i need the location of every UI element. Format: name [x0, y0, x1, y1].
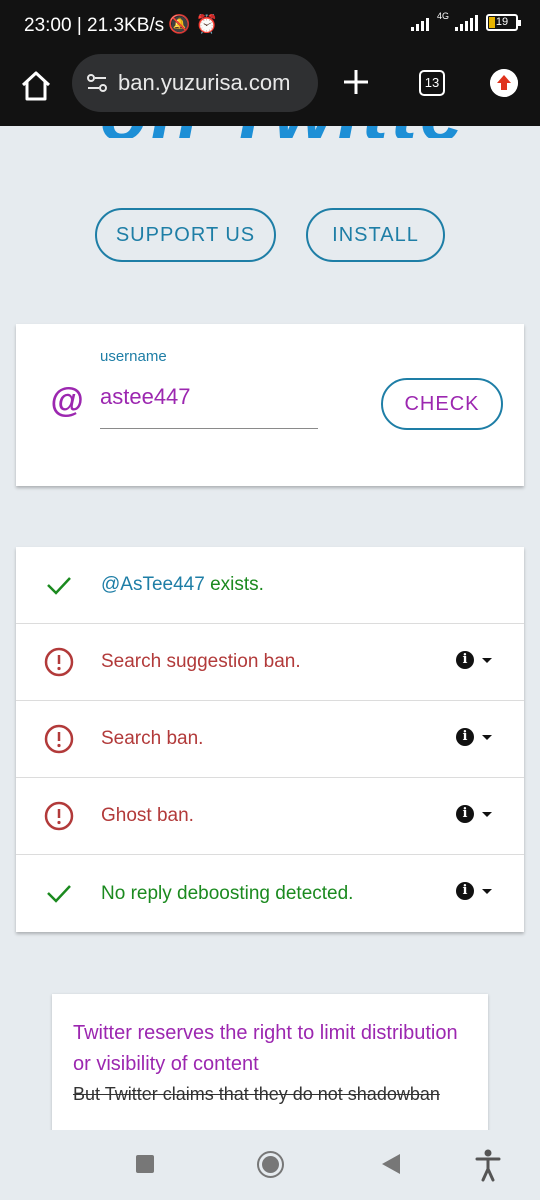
tab-switcher-button[interactable]: 13: [419, 70, 445, 96]
home-icon[interactable]: [18, 68, 54, 104]
chevron-down-icon[interactable]: [482, 811, 492, 817]
user-profile-link[interactable]: @AsTee447: [101, 574, 205, 595]
address-bar[interactable]: ban.yuzurisa.com: [72, 54, 318, 112]
recent-apps-icon[interactable]: [136, 1155, 154, 1173]
battery-level: 19: [495, 16, 509, 28]
alert-circle-icon: [44, 801, 74, 831]
url-text[interactable]: ban.yuzurisa.com: [118, 70, 290, 96]
info-icon[interactable]: i: [456, 728, 474, 746]
result-text: @AsTee447 exists.: [101, 574, 264, 596]
info-icon[interactable]: i: [456, 651, 474, 669]
result-text: No reply deboosting detected.: [101, 882, 354, 904]
chevron-down-icon[interactable]: [482, 734, 492, 740]
clock: 23:00: [24, 15, 72, 36]
info-toggle[interactable]: i: [456, 728, 492, 746]
update-icon[interactable]: [490, 69, 518, 97]
alarm-icon: ⏰: [195, 14, 218, 34]
checkmark-icon: [47, 577, 71, 595]
info-toggle[interactable]: i: [456, 805, 492, 823]
info-toggle[interactable]: i: [456, 882, 492, 900]
site-settings-icon[interactable]: [84, 70, 110, 96]
network-type-label: 4G: [436, 11, 449, 21]
username-label: username: [100, 348, 167, 365]
notice-main-text: Twitter reserves the right to limit dist…: [73, 1022, 458, 1075]
result-text: Ghost ban.: [101, 805, 194, 826]
results-list: @AsTee447 exists. Search suggestion ban.…: [16, 547, 524, 932]
status-time: 23:00 | 21.3KB/s: [24, 15, 164, 37]
network-speed: 21.3KB/s: [87, 15, 165, 36]
input-underline: [100, 428, 318, 429]
hero-heading-fragment: on Twitter?: [100, 126, 460, 138]
status-bar: 23:00 | 21.3KB/s 🔕 ⏰ 4G 19: [0, 0, 540, 52]
username-input[interactable]: astee447: [100, 384, 191, 410]
notice-card: Twitter reserves the right to limit dist…: [52, 994, 488, 1130]
result-row-search-ban[interactable]: Search ban. i: [16, 701, 524, 778]
result-text: Search suggestion ban.: [101, 651, 301, 672]
status-icons-left: 🔕 ⏰: [168, 14, 218, 35]
at-icon: @: [50, 382, 84, 420]
battery-icon: 19: [486, 14, 521, 31]
home-circle-icon[interactable]: [257, 1151, 284, 1178]
result-text: Search ban.: [101, 728, 204, 749]
status-separator: |: [76, 15, 82, 36]
check-button[interactable]: CHECK: [381, 378, 503, 430]
signal-icon: [410, 15, 429, 31]
info-icon[interactable]: i: [456, 805, 474, 823]
system-nav-bar: [0, 1130, 540, 1200]
back-icon[interactable]: [382, 1154, 400, 1174]
result-row-exists: @AsTee447 exists.: [16, 547, 524, 624]
install-button[interactable]: INSTALL: [306, 208, 445, 262]
new-tab-icon[interactable]: [340, 66, 372, 98]
result-exists-text: exists.: [204, 574, 264, 595]
alert-circle-icon: [44, 647, 74, 677]
result-row-ghost-ban[interactable]: Ghost ban. i: [16, 778, 524, 855]
result-row-reply-deboosting[interactable]: No reply deboosting detected. i: [16, 855, 524, 932]
checkmark-icon: [47, 885, 71, 903]
page-content: on Twitter? SUPPORT US INSTALL @ usernam…: [0, 126, 540, 1130]
chevron-down-icon[interactable]: [482, 888, 492, 894]
username-check-card: @ username astee447 CHECK: [16, 324, 524, 486]
status-icons-right: 4G 19: [410, 11, 521, 31]
result-row-search-suggestion-ban[interactable]: Search suggestion ban. i: [16, 624, 524, 701]
notice-strikethrough-text: But Twitter claims that they do not shad…: [73, 1084, 440, 1104]
alert-circle-icon: [44, 724, 74, 754]
chevron-down-icon[interactable]: [482, 657, 492, 663]
mute-icon: 🔕: [168, 14, 191, 34]
info-toggle[interactable]: i: [456, 651, 492, 669]
info-icon[interactable]: i: [456, 882, 474, 900]
support-us-button[interactable]: SUPPORT US: [95, 208, 276, 262]
accessibility-icon[interactable]: [474, 1148, 502, 1182]
browser-toolbar: ban.yuzurisa.com 13: [0, 52, 540, 126]
signal-4g-icon: [455, 14, 478, 31]
